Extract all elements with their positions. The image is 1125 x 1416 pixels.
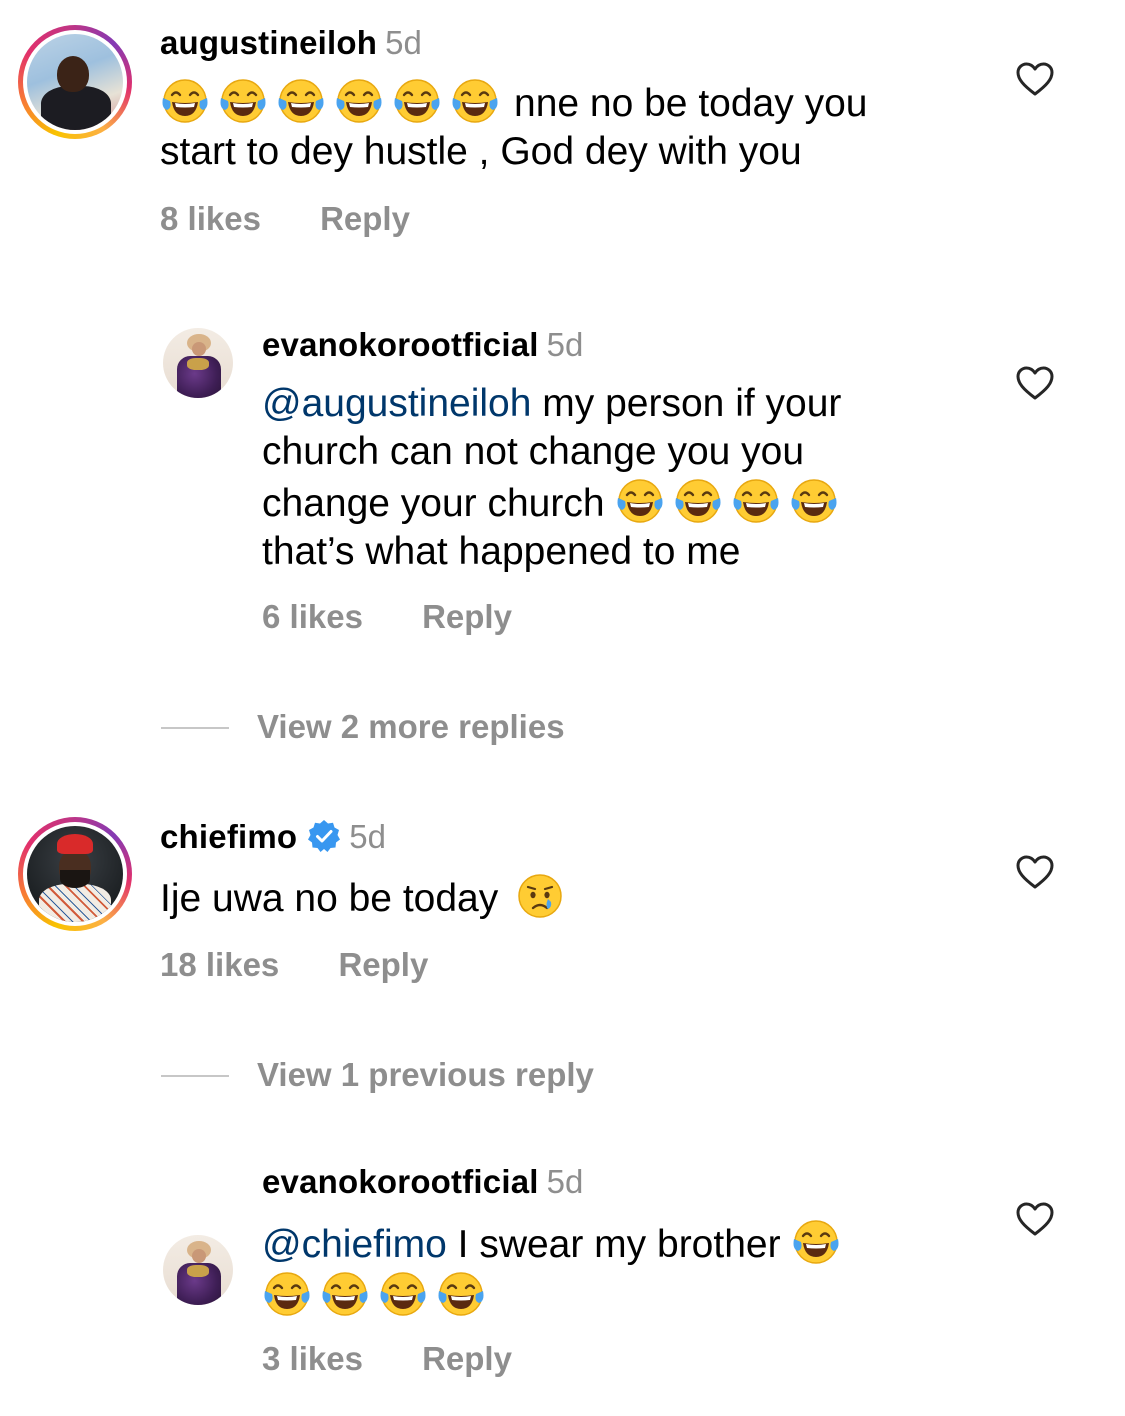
comment-text: nne no be today you start to dey hustle …: [160, 76, 960, 176]
thread-divider: [161, 727, 229, 729]
heart-outline-icon[interactable]: [1015, 365, 1055, 401]
face-with-tears-of-joy-icon: [436, 1269, 486, 1319]
comment-meta: 18 likes Reply: [160, 946, 428, 984]
mention-link[interactable]: @chiefimo: [262, 1223, 447, 1266]
reply-button[interactable]: Reply: [422, 1340, 512, 1378]
reply-button[interactable]: Reply: [422, 598, 512, 636]
face-with-tears-of-joy-icon: [615, 476, 665, 526]
avatar-chiefimo[interactable]: [18, 817, 132, 931]
heart-outline-icon[interactable]: [1015, 1201, 1055, 1237]
view-previous-replies[interactable]: View 1 previous reply: [257, 1056, 594, 1094]
reply-text-line: @augustineiloh my person if your: [262, 382, 842, 425]
face-with-tears-of-joy-icon: [334, 76, 384, 126]
reply-text-line: church can not change you you: [262, 430, 805, 473]
face-with-tears-of-joy-icon: [789, 476, 839, 526]
username[interactable]: augustineiloh: [160, 24, 377, 61]
avatar-augustineiloh[interactable]: [18, 25, 132, 139]
comment-text-line: start to dey hustle , God dey with you: [160, 130, 802, 173]
face-with-tears-of-joy-icon: [160, 76, 210, 126]
reply-text-line: [262, 1269, 962, 1321]
avatar-ring-inner: [23, 822, 127, 926]
mention-link[interactable]: @augustineiloh: [262, 382, 531, 425]
reply-text: @chiefimo I swear my brother: [262, 1217, 962, 1321]
crying-face-icon: [515, 871, 565, 921]
reply-header: evanokorootficial 5d: [262, 326, 583, 364]
face-with-tears-of-joy-icon: [320, 1269, 370, 1319]
username[interactable]: chiefimo: [160, 818, 297, 855]
face-with-tears-of-joy-icon: [378, 1269, 428, 1319]
verified-badge-icon: [308, 820, 341, 852]
avatar-ring-inner: [23, 30, 127, 134]
timestamp: 5d: [385, 24, 422, 61]
username[interactable]: evanokorootficial: [262, 326, 539, 363]
reply-header: evanokorootficial 5d: [262, 1163, 583, 1201]
thread-divider: [161, 1075, 229, 1077]
reply-text-line: change your church: [262, 476, 962, 528]
reply-button[interactable]: Reply: [338, 946, 428, 984]
reply-meta: 3 likes Reply: [262, 1340, 512, 1378]
comment-meta: 8 likes Reply: [160, 200, 410, 238]
timestamp: 5d: [546, 1163, 584, 1200]
heart-outline-icon[interactable]: [1015, 854, 1055, 890]
comment-text: Ije uwa no be today: [160, 871, 960, 923]
face-with-tears-of-joy-icon: [731, 476, 781, 526]
comment-text-line: nne no be today you: [160, 76, 960, 128]
avatar-evanokorootficial[interactable]: [163, 1235, 233, 1305]
reply-text-line: @chiefimo I swear my brother: [262, 1217, 962, 1269]
like-count[interactable]: 8 likes: [160, 200, 261, 238]
reply-button[interactable]: Reply: [320, 200, 410, 238]
view-more-replies[interactable]: View 2 more replies: [257, 708, 565, 746]
face-with-tears-of-joy-icon: [450, 76, 500, 126]
face-with-tears-of-joy-icon: [791, 1217, 841, 1267]
username[interactable]: evanokorootficial: [262, 1163, 539, 1200]
avatar-image: [27, 34, 123, 130]
face-with-tears-of-joy-icon: [262, 1269, 312, 1319]
face-with-tears-of-joy-icon: [276, 76, 326, 126]
face-with-tears-of-joy-icon: [673, 476, 723, 526]
avatar-image: [27, 826, 123, 922]
comment-header: chiefimo 5d: [160, 818, 386, 856]
reply-meta: 6 likes Reply: [262, 598, 512, 636]
reply-text-line: that’s what happened to me: [262, 530, 741, 573]
heart-outline-icon[interactable]: [1015, 61, 1055, 97]
face-with-tears-of-joy-icon: [392, 76, 442, 126]
reply-text: @augustineiloh my person if your church …: [262, 380, 962, 576]
like-count[interactable]: 6 likes: [262, 598, 363, 636]
timestamp: 5d: [546, 326, 584, 363]
avatar-evanokorootficial[interactable]: [163, 328, 233, 398]
face-with-tears-of-joy-icon: [218, 76, 268, 126]
like-count[interactable]: 3 likes: [262, 1340, 363, 1378]
comment-header: augustineiloh 5d: [160, 24, 422, 62]
timestamp: 5d: [349, 818, 387, 855]
like-count[interactable]: 18 likes: [160, 946, 279, 984]
